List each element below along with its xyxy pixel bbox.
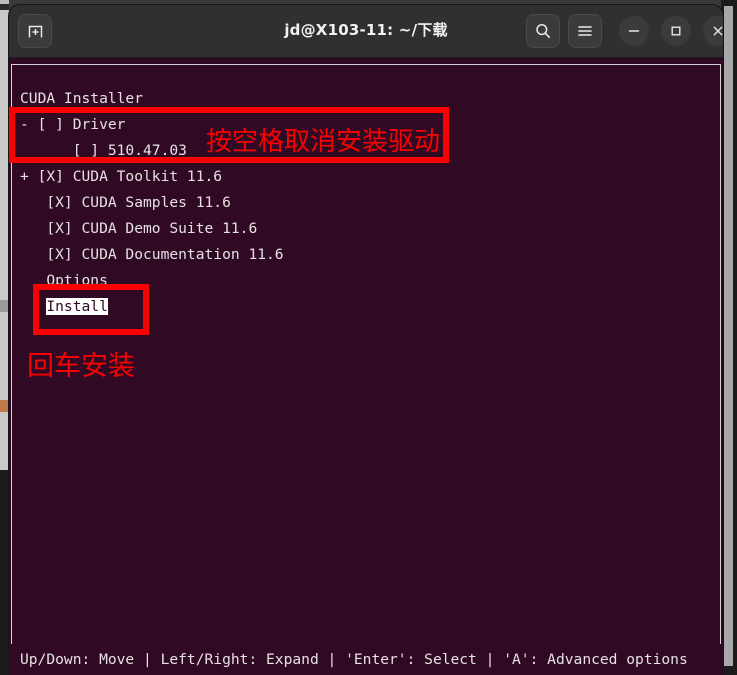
menu-item-driver-version[interactable]: [ ] 510.47.03 — [20, 138, 187, 164]
installer-heading: CUDA Installer — [20, 90, 144, 107]
menu-button[interactable] — [568, 14, 602, 48]
desktop-left-strip — [0, 0, 9, 675]
desktop-scroll-rail — [724, 6, 733, 666]
menu-item-options[interactable]: Options — [20, 268, 108, 294]
terminal-window: jd@X103-11: ~/下载 CUDA Installer - [] Dr… — [9, 5, 723, 675]
install-row-indent — [20, 298, 46, 315]
close-icon — [713, 26, 723, 36]
install-label-selected: Install — [46, 298, 108, 315]
terminal-content[interactable]: CUDA Installer - [ ] Driver [ ] 510.47.0… — [9, 58, 723, 675]
menu-item-cuda-demo-suite[interactable]: [X] CUDA Demo Suite 11.6 — [20, 216, 257, 242]
installer-status-line: Up/Down: Move | Left/Right: Expand | 'En… — [20, 651, 688, 668]
menu-item-cuda-documentation[interactable]: [X] CUDA Documentation 11.6 — [20, 242, 283, 268]
menu-item-cuda-toolkit[interactable]: + [X] CUDA Toolkit 11.6 — [20, 164, 222, 190]
minimize-icon — [628, 30, 640, 32]
menu-item-cuda-samples[interactable]: [X] CUDA Samples 11.6 — [20, 190, 231, 216]
minimize-button[interactable] — [619, 16, 649, 46]
title-bar[interactable]: jd@X103-11: ~/下载 — [9, 5, 723, 58]
annotation-text-enter: 回车安装 — [27, 351, 135, 382]
close-button[interactable] — [703, 16, 723, 46]
new-tab-icon — [28, 25, 42, 37]
menu-item-install[interactable]: Install — [20, 294, 108, 320]
maximize-button[interactable] — [661, 16, 691, 46]
hamburger-menu-icon — [578, 26, 592, 36]
new-tab-button[interactable] — [18, 14, 52, 48]
search-icon — [536, 24, 550, 38]
desktop-right-strip — [721, 0, 737, 675]
window-title: jd@X103-11: ~/下载 — [284, 21, 448, 39]
maximize-icon — [671, 26, 681, 36]
menu-item-driver[interactable]: - [ ] Driver — [20, 112, 125, 138]
search-button[interactable] — [526, 14, 560, 48]
installer-menu: CUDA Installer - [ ] Driver [ ] 510.47.0… — [9, 58, 723, 344]
